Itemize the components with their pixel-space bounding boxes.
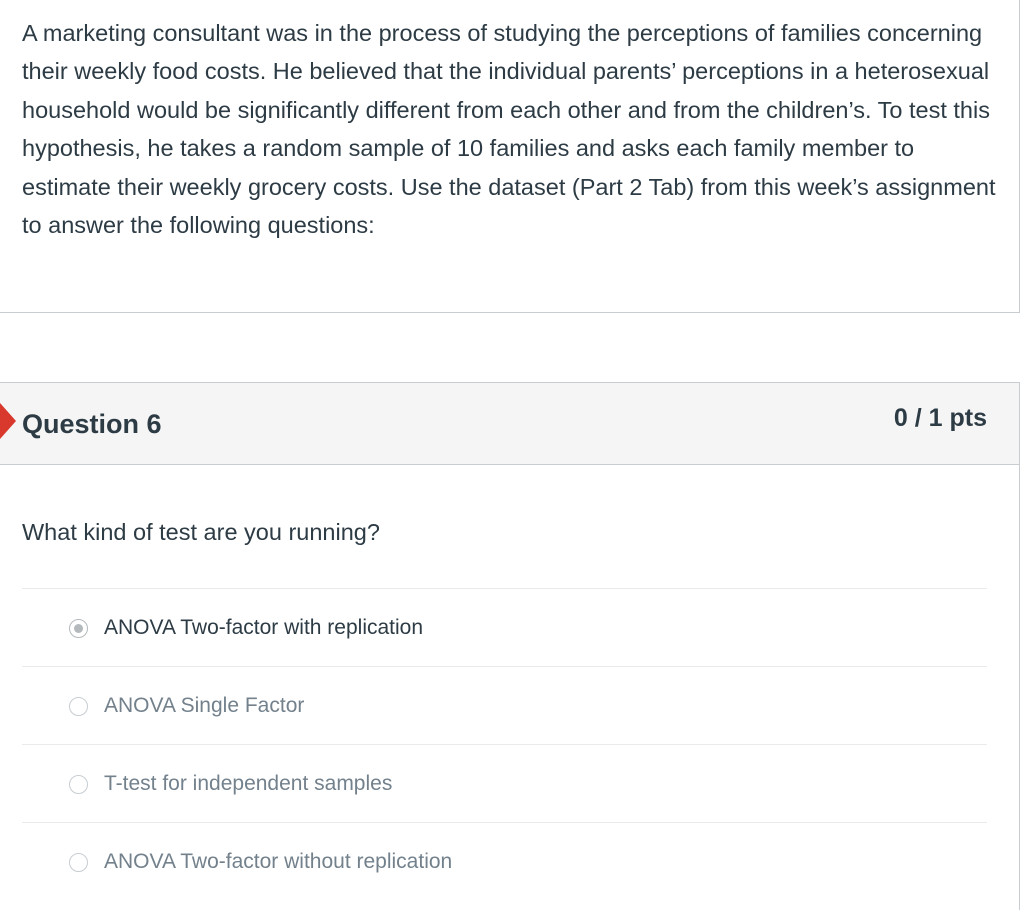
answer-label: ANOVA Two-factor without replication: [104, 850, 453, 873]
question-panel: Question 6 0 / 1 pts What kind of test a…: [0, 382, 1020, 910]
answer-label: T-test for independent samples: [104, 772, 393, 795]
passage-text: A marketing consultant was in the proces…: [22, 20, 996, 239]
question-prompt: What kind of test are you running?: [22, 519, 380, 545]
answer-label: ANOVA Single Factor: [104, 694, 305, 717]
quiz-page: A marketing consultant was in the proces…: [0, 0, 1024, 910]
answer-label: ANOVA Two-factor with replication: [104, 616, 424, 639]
question-points: 0 / 1 pts: [893, 404, 987, 432]
answer-option[interactable]: ANOVA Two-factor with replication: [22, 588, 987, 666]
incorrect-answer-marker-icon: [0, 403, 16, 439]
answer-list: ANOVA Two-factor with replication ANOVA …: [22, 588, 987, 900]
question-header: Question 6 0 / 1 pts: [0, 383, 1019, 465]
radio-selected-icon[interactable]: [69, 619, 88, 638]
radio-unselected-icon[interactable]: [69, 775, 88, 794]
question-title: Question 6: [22, 409, 162, 439]
passage-panel: A marketing consultant was in the proces…: [0, 0, 1020, 313]
answer-option[interactable]: T-test for independent samples: [22, 744, 987, 822]
answer-option[interactable]: ANOVA Two-factor without replication: [22, 822, 987, 900]
answer-option[interactable]: ANOVA Single Factor: [22, 666, 987, 744]
radio-unselected-icon[interactable]: [69, 853, 88, 872]
radio-unselected-icon[interactable]: [69, 697, 88, 716]
